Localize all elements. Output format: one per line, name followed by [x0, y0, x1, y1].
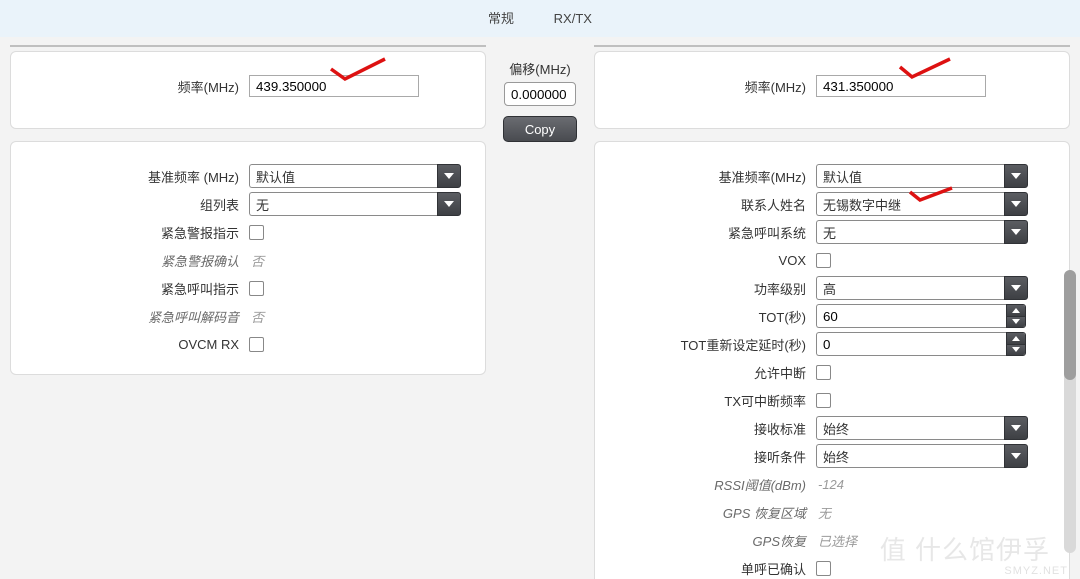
tx-tot-spinner[interactable]: [1006, 304, 1026, 328]
tx-freq-input[interactable]: [816, 75, 986, 97]
chevron-down-icon[interactable]: [1007, 317, 1025, 328]
chevron-down-icon[interactable]: [1004, 164, 1028, 188]
tab-general[interactable]: 常规: [470, 4, 532, 31]
tx-freq-label: 频率(MHz): [603, 77, 816, 96]
tx-vox-label: VOX: [603, 253, 816, 268]
tx-emerg-sys-select[interactable]: 无: [816, 220, 1028, 244]
chevron-down-icon[interactable]: [1004, 444, 1028, 468]
tx-tot-input[interactable]: [816, 304, 1006, 328]
chevron-down-icon[interactable]: [1004, 192, 1028, 216]
rx-ref-freq-select[interactable]: 默认值: [249, 164, 461, 188]
watermark: 值 什么馆伊孚: [880, 530, 1050, 567]
tx-settings-card: 基准频率(MHz) 默认值 联系人姓名 无锡数字中继: [594, 141, 1070, 579]
tx-power-select[interactable]: 高: [816, 276, 1028, 300]
rx-emerg-alarm-ind-checkbox[interactable]: [249, 225, 264, 240]
rx-freq-label: 频率(MHz): [19, 77, 249, 96]
rx-freq-card: 频率(MHz): [10, 51, 486, 129]
rx-emerg-alarm-ind-label: 紧急警报指示: [19, 223, 249, 242]
tx-contact-label: 联系人姓名: [603, 195, 816, 214]
tx-rssi-label: RSSI阈值(dBm): [603, 475, 816, 494]
rx-emerg-call-decode-value: 否: [249, 307, 264, 326]
rx-emerg-call-ind-label: 紧急呼叫指示: [19, 279, 249, 298]
rx-settings-card: 基准频率 (MHz) 默认值 组列表 无: [10, 141, 486, 375]
chevron-down-icon[interactable]: [437, 192, 461, 216]
chevron-up-icon[interactable]: [1007, 333, 1025, 345]
chevron-down-icon[interactable]: [437, 164, 461, 188]
rx-ref-freq-label: 基准频率 (MHz): [19, 167, 249, 186]
tab-bar: 常规 RX/TX: [0, 0, 1080, 37]
tx-power-label: 功率级别: [603, 279, 816, 298]
copy-button[interactable]: Copy: [503, 116, 577, 142]
tx-gps-revert-label: GPS恢复: [603, 531, 816, 550]
rx-ovcm-label: OVCM RX: [19, 337, 249, 352]
tx-allow-int-label: 允许中断: [603, 363, 816, 382]
rx-emerg-alarm-ack-value: 否: [249, 251, 264, 270]
rx-freq-input[interactable]: [249, 75, 419, 97]
tx-vox-checkbox[interactable]: [816, 253, 831, 268]
tx-rssi-value: -124: [816, 477, 844, 492]
tx-admit-label: 接听条件: [603, 447, 816, 466]
tx-contact-select[interactable]: 无锡数字中继: [816, 192, 1028, 216]
rx-emerg-call-ind-checkbox[interactable]: [249, 281, 264, 296]
rx-emerg-call-decode-label: 紧急呼叫解码音: [19, 307, 249, 326]
tx-gps-zone-label: GPS 恢复区域: [603, 503, 816, 522]
scrollbar[interactable]: [1064, 270, 1076, 553]
rx-group-list-select[interactable]: 无: [249, 192, 461, 216]
chevron-up-icon[interactable]: [1007, 305, 1025, 317]
rx-ovcm-checkbox[interactable]: [249, 337, 264, 352]
tx-int-freq-checkbox[interactable]: [816, 393, 831, 408]
tx-rx-criteria-select[interactable]: 始终: [816, 416, 1028, 440]
tx-priv-confirm-checkbox[interactable]: [816, 561, 831, 576]
tx-tot-rekey-label: TOT重新设定延时(秒): [603, 335, 816, 354]
tx-priv-confirm-label: 单呼已确认: [603, 559, 816, 578]
tx-gps-zone-value: 无: [816, 503, 831, 522]
offset-input[interactable]: [504, 82, 576, 106]
tab-rxtx[interactable]: RX/TX: [536, 7, 610, 30]
tx-freq-card: 频率(MHz): [594, 51, 1070, 129]
chevron-down-icon[interactable]: [1004, 276, 1028, 300]
tx-allow-int-checkbox[interactable]: [816, 365, 831, 380]
rx-group-list-label: 组列表: [19, 195, 249, 214]
tx-ref-freq-label: 基准频率(MHz): [603, 167, 816, 186]
rx-emerg-alarm-ack-label: 紧急警报确认: [19, 251, 249, 270]
tx-tot-rekey-spinner[interactable]: [1006, 332, 1026, 356]
watermark-sub: SMYZ.NET: [1004, 565, 1068, 577]
tx-admit-select[interactable]: 始终: [816, 444, 1028, 468]
chevron-down-icon[interactable]: [1004, 416, 1028, 440]
tx-rx-criteria-label: 接收标准: [603, 419, 816, 438]
tx-tot-rekey-input[interactable]: [816, 332, 1006, 356]
chevron-down-icon[interactable]: [1007, 345, 1025, 356]
tx-tot-label: TOT(秒): [603, 307, 816, 326]
scrollbar-thumb[interactable]: [1064, 270, 1076, 380]
tx-int-freq-label: TX可中断频率: [603, 391, 816, 410]
tx-ref-freq-select[interactable]: 默认值: [816, 164, 1028, 188]
tx-emerg-sys-label: 紧急呼叫系统: [603, 223, 816, 242]
offset-label: 偏移(MHz): [509, 59, 570, 78]
chevron-down-icon[interactable]: [1004, 220, 1028, 244]
tx-gps-revert-value: 已选择: [816, 531, 857, 550]
